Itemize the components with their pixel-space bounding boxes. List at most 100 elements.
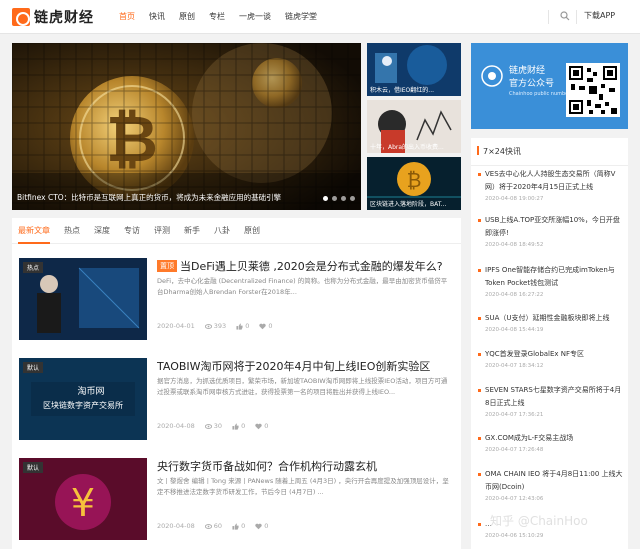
carousel-dot[interactable] — [341, 196, 346, 201]
tab-interview[interactable]: 专访 — [124, 218, 140, 244]
news-text[interactable]: VES去中心化人人持股生态交易所（简称V网）将于2020年4月15日正式上线 — [478, 168, 624, 194]
featured-thumb[interactable]: 积木云，借IEO翻红的... — [367, 43, 461, 96]
tab-depth[interactable]: 深度 — [94, 218, 110, 244]
carousel-dot[interactable] — [350, 196, 355, 201]
main-nav: 首页 快讯 原创 专栏 一虎一谈 链虎学堂 — [112, 0, 324, 34]
carousel-dot[interactable] — [323, 196, 328, 201]
news-time: 2020-04-07 17:36:21 — [485, 412, 544, 418]
article-desc: 文丨黎煜舍 编辑丨Tong 来源丨PANews 随着上周五 (4月3日) ，央行… — [157, 477, 449, 496]
thumbs-up-icon[interactable] — [236, 322, 243, 330]
svg-text:淘币网: 淘币网 — [77, 385, 104, 397]
news-text[interactable]: GX.COM成为L-F交易主战场 — [478, 432, 624, 445]
tab-gossip[interactable]: 八卦 — [214, 218, 230, 244]
article-date: 2020-04-01 — [157, 322, 195, 330]
heart-icon[interactable] — [259, 323, 266, 330]
article-tag: 默认 — [23, 362, 44, 373]
article-image[interactable]: 淘币网 区块链数字资产交易所 默认 — [19, 358, 147, 440]
carousel-dots — [319, 196, 355, 201]
search-icon[interactable] — [560, 11, 570, 21]
header-divider — [576, 10, 577, 24]
article-favs: 0 — [264, 522, 269, 530]
flash-news-panel: 7×24快讯 VES去中心化人人持股生态交易所（简称V网）将于2020年4月15… — [471, 138, 628, 549]
news-time: 2020-04-07 12:43:06 — [485, 496, 544, 502]
news-text[interactable]: USB上线A.TOP亚交所涨幅10%，今日开盘即涨停! — [478, 214, 624, 240]
article-item[interactable]: 热点 置顶 当DeFi遇上贝莱德 ,2020会是分布式金融的爆发年么? DeFi，… — [19, 258, 454, 343]
news-item[interactable]: IPFS One智能存储合约已完成imToken与Token Pocket钱包测… — [478, 264, 624, 298]
flash-news-heading: 7×24快讯 — [471, 138, 628, 166]
article-item[interactable]: ¥ 默认 央行数字货币备战如何？合作机构行动露玄机 文丨黎煜舍 编辑丨Tong … — [19, 458, 454, 543]
news-item[interactable]: SEVEN STARS七星数字资产交易所将于4月8日正式上线 2020-04-0… — [478, 384, 624, 418]
site-logo[interactable]: 链虎财经 — [12, 6, 94, 28]
svg-text:区块链数字资产交易所: 区块链数字资产交易所 — [43, 400, 123, 410]
featured-thumb[interactable]: 十年，Abra的出入币收费... — [367, 100, 461, 153]
article-item[interactable]: 淘币网 区块链数字资产交易所 默认 TAOBIW淘币网将于2020年4月中旬上线… — [19, 358, 454, 443]
download-app-button[interactable]: 下载APP — [584, 10, 615, 21]
qr-subtitle: 官方公众号 — [509, 79, 555, 89]
tab-beginner[interactable]: 新手 — [184, 218, 200, 244]
watermark: 知乎 @ChainHoo — [490, 514, 588, 528]
qr-title: 链虎财经 — [509, 66, 546, 76]
article-meta: 2020-04-01 393 0 0 — [157, 322, 272, 330]
banner-caption: Bitfinex CTO：比特币是互联网上真正的货币，将成为未来金融应用的基础引… — [17, 193, 282, 202]
tab-latest[interactable]: 最新文章 — [18, 218, 50, 244]
nav-item-talk[interactable]: 一虎一谈 — [232, 0, 278, 34]
carousel-dot[interactable] — [332, 196, 337, 201]
tab-review[interactable]: 评测 — [154, 218, 170, 244]
article-tag: 默认 — [23, 462, 44, 473]
featured-thumb[interactable]: ₿ 区块链进入落地阶段，BAT... — [367, 157, 461, 210]
news-time: 2020-04-08 16:27:22 — [485, 292, 544, 298]
site-header: 链虎财经 首页 快讯 原创 专栏 一虎一谈 链虎学堂 下载APP — [0, 0, 640, 34]
article-meta: 2020-04-08 30 0 0 — [157, 422, 268, 430]
news-text[interactable]: IPFS One智能存储合约已完成imToken与Token Pocket钱包测… — [478, 264, 624, 290]
eye-icon — [204, 423, 212, 429]
nav-item-school[interactable]: 链虎学堂 — [278, 0, 324, 34]
article-date: 2020-04-08 — [157, 422, 195, 430]
tiger-logo-icon — [481, 65, 503, 87]
qr-code-icon — [569, 66, 617, 114]
article-image[interactable]: ¥ 默认 — [19, 458, 147, 540]
nav-item-home[interactable]: 首页 — [112, 0, 142, 34]
article-favs: 0 — [264, 422, 269, 430]
news-text[interactable]: OMA CHAIN IEO 将于4月8日11:00 上线大币网(Dcoin) — [478, 468, 624, 494]
thumbs-up-icon[interactable] — [232, 522, 239, 530]
article-title[interactable]: TAOBIW淘币网将于2020年4月中旬上线IEO创新实验区 — [157, 358, 454, 374]
article-date: 2020-04-08 — [157, 522, 195, 530]
header-divider — [548, 10, 549, 24]
svg-text:₿: ₿ — [407, 168, 422, 192]
article-title[interactable]: 置顶 当DeFi遇上贝莱德 ,2020会是分布式金融的爆发年么? — [157, 258, 454, 274]
news-item[interactable]: GX.COM成为L-F交易主战场 2020-04-07 17:26:48 — [478, 432, 624, 453]
nav-item-flash[interactable]: 快讯 — [142, 0, 172, 34]
thumbs-up-icon[interactable] — [232, 422, 239, 430]
article-title[interactable]: 央行数字货币备战如何？合作机构行动露玄机 — [157, 458, 454, 474]
article-tag: 热点 — [23, 262, 44, 273]
hero-banner[interactable]: ₿ Bitfinex CTO：比特币是互联网上真正的货币，将成为未来金融应用的基… — [12, 43, 361, 210]
tab-original[interactable]: 原创 — [244, 218, 260, 244]
heart-icon[interactable] — [255, 523, 262, 530]
article-views: 30 — [213, 422, 223, 430]
article-likes: 0 — [241, 522, 246, 530]
article-image[interactable]: 热点 — [19, 258, 147, 340]
news-time: 2020-04-08 15:44:19 — [485, 327, 544, 333]
eye-icon — [204, 323, 212, 329]
nav-item-original[interactable]: 原创 — [172, 0, 202, 34]
news-text[interactable]: SUA（U支付）延期性金融板块即将上线 — [478, 312, 624, 325]
news-item[interactable]: YQC首发登录GlobalEx NF专区 2020-04-07 18:34:12 — [478, 348, 624, 369]
news-text[interactable]: YQC首发登录GlobalEx NF专区 — [478, 348, 624, 361]
svg-text:¥: ¥ — [71, 481, 95, 525]
logo-text: 链虎财经 — [34, 10, 94, 26]
news-item[interactable]: OMA CHAIN IEO 将于4月8日11:00 上线大币网(Dcoin) 2… — [478, 468, 624, 502]
qr-code-image — [566, 63, 620, 117]
news-item[interactable]: USB上线A.TOP亚交所涨幅10%，今日开盘即涨停! 2020-04-08 1… — [478, 214, 624, 248]
news-time: 2020-04-07 18:34:12 — [485, 363, 544, 369]
tab-hot[interactable]: 热点 — [64, 218, 80, 244]
wechat-qr-card: 链虎财经 官方公众号 Chainhoo public number — [471, 43, 628, 129]
news-item[interactable]: SUA（U支付）延期性金融板块即将上线 2020-04-08 15:44:19 — [478, 312, 624, 333]
bitcoin-banner-image: ₿ — [12, 43, 361, 210]
logo-mark-icon — [12, 8, 30, 26]
news-text[interactable]: SEVEN STARS七星数字资产交易所将于4月8日正式上线 — [478, 384, 624, 410]
article-views: 60 — [213, 522, 223, 530]
heart-icon[interactable] — [255, 423, 262, 430]
news-item[interactable]: VES去中心化人人持股生态交易所（简称V网）将于2020年4月15日正式上线 2… — [478, 168, 624, 202]
thumb-caption: 积木云，借IEO翻红的... — [370, 87, 435, 94]
nav-item-column[interactable]: 专栏 — [202, 0, 232, 34]
